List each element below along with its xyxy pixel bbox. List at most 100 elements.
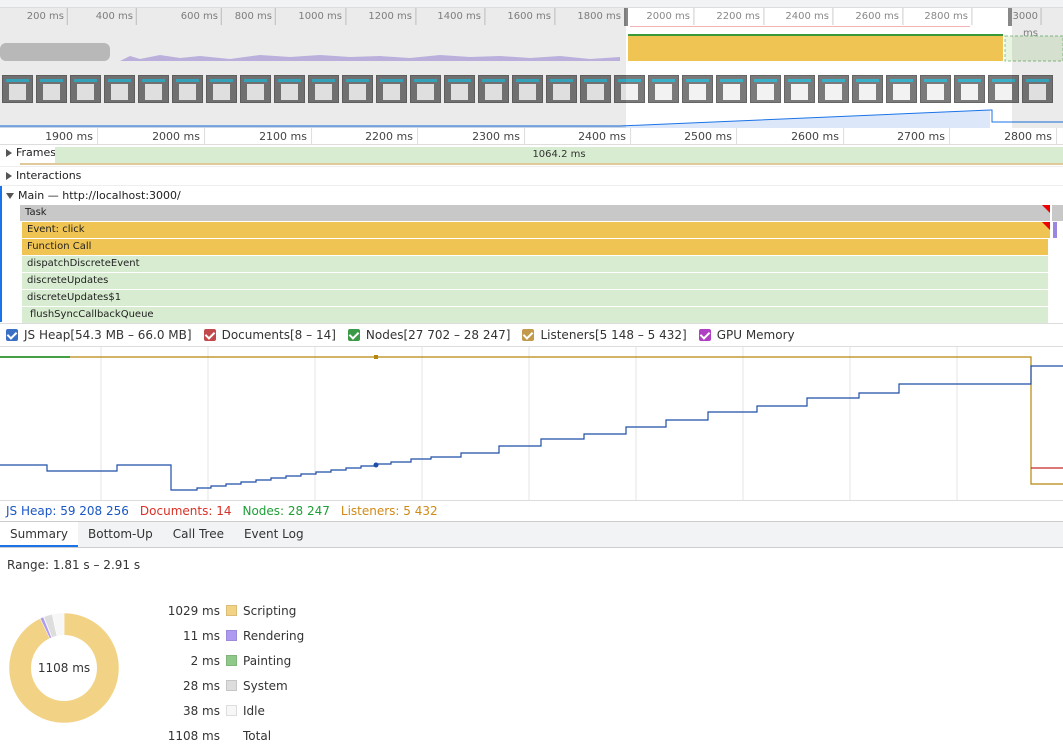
flame-render-slice[interactable] [1053, 222, 1057, 238]
checkbox-icon[interactable] [698, 329, 711, 341]
checkbox-icon[interactable] [347, 329, 360, 341]
checkbox-icon[interactable] [6, 329, 18, 341]
flame-event-click[interactable]: Event: click [22, 222, 1050, 238]
overview-ruler: 200 ms 400 ms 600 ms 800 ms 1000 ms 1200… [0, 8, 1063, 39]
filmstrip-frame[interactable] [614, 75, 645, 103]
filmstrip-frame[interactable] [580, 75, 611, 103]
legend-label: Painting [243, 653, 292, 668]
filmstrip-frame[interactable] [104, 75, 135, 103]
filmstrip-frame[interactable] [444, 75, 475, 103]
legend-swatch [226, 655, 237, 666]
frames-track[interactable]: Frames 1064.2 ms [0, 145, 1063, 166]
ruler-tick: 2700 ms [897, 128, 950, 145]
cpu-idle-block [1004, 35, 1063, 62]
filmstrip-frame[interactable] [36, 75, 67, 103]
filmstrip-frame[interactable] [478, 75, 509, 103]
ruler-tick: 2800 ms [1004, 128, 1057, 145]
js-heap-toggle[interactable]: JS Heap[54.3 MB – 66.0 MB] [6, 328, 192, 342]
donut-total-label: 1108 ms [38, 661, 90, 675]
heap-selection-dot [373, 462, 379, 468]
legend-duration: 11 ms [182, 628, 220, 643]
filmstrip-frame[interactable] [274, 75, 305, 103]
filmstrip-frame[interactable] [70, 75, 101, 103]
flame-discrete-updates[interactable]: discreteUpdates [22, 273, 1048, 289]
filmstrip-frame[interactable] [512, 75, 543, 103]
flame-dispatch-discrete-event[interactable]: dispatchDiscreteEvent [22, 256, 1048, 272]
track-selection-border [0, 186, 2, 322]
legend-duration: 2 ms [190, 653, 220, 668]
filmstrip-frame[interactable] [546, 75, 577, 103]
filmstrip-frame[interactable] [648, 75, 679, 103]
overview-selection-right-handle[interactable] [1008, 8, 1012, 26]
filmstrip-frame[interactable] [784, 75, 815, 103]
overview-tick: 1600 ms [505, 8, 555, 25]
filmstrip-frame[interactable] [376, 75, 407, 103]
overview-selection-left-handle[interactable] [624, 8, 628, 26]
tab-bottom-up[interactable]: Bottom-Up [78, 522, 163, 547]
overview-heap-chart [0, 109, 1063, 128]
tab-event-log[interactable]: Event Log [234, 522, 314, 547]
timeline-ruler: 1900 ms 2000 ms 2100 ms 2200 ms 2300 ms … [0, 128, 1063, 145]
ruler-tick: 2000 ms [152, 128, 205, 145]
flame-discrete-updates-label: discreteUpdates [27, 275, 109, 286]
filmstrip-frame[interactable] [818, 75, 849, 103]
filmstrip-frame[interactable] [172, 75, 203, 103]
listeners-toggle[interactable]: Listeners[5 148 – 5 432] [522, 328, 687, 342]
summary-range: Range: 1.81 s – 2.91 s [7, 558, 141, 572]
cpu-rendering-area [120, 55, 620, 61]
filmstrip-frame[interactable] [954, 75, 985, 103]
gpu-memory-toggle[interactable]: GPU Memory [698, 328, 795, 342]
filmstrip-frame[interactable] [852, 75, 883, 103]
flame-function-call[interactable]: Function Call [22, 239, 1048, 255]
filmstrip-frame[interactable] [2, 75, 33, 103]
flame-task[interactable]: Task [20, 205, 1050, 221]
flame-discrete-updates-1[interactable]: discreteUpdates$1 [22, 290, 1048, 306]
checkbox-icon[interactable] [203, 329, 216, 341]
filmstrip-frame[interactable] [342, 75, 373, 103]
overview-tick: 3000 ms [1011, 8, 1042, 39]
filmstrip-frame[interactable] [138, 75, 169, 103]
overview-tick: 200 ms [25, 8, 68, 25]
flame-flush-sync-callback-queue[interactable]: flushSyncCallbackQueue [22, 307, 1048, 323]
legend-row: 1029 ms Scripting [150, 598, 350, 623]
flame-task-label: Task [25, 207, 47, 218]
checkbox-icon[interactable] [522, 329, 535, 341]
cpu-scripting-block [628, 36, 1003, 61]
listeners-toggle-label: Listeners[5 148 – 5 432] [540, 328, 687, 342]
filmstrip-frame[interactable] [886, 75, 917, 103]
overview-tick: 600 ms [179, 8, 222, 25]
ruler-tick: 2200 ms [365, 128, 418, 145]
filmstrip-frame[interactable] [1022, 75, 1053, 103]
overview-tick: 1000 ms [296, 8, 346, 25]
legend-row: 1108 ms Total [150, 723, 350, 748]
expand-arrow-icon[interactable] [6, 149, 12, 157]
expand-arrow-icon[interactable] [6, 172, 12, 180]
filmstrip-frame[interactable] [920, 75, 951, 103]
filmstrip-frame[interactable] [988, 75, 1019, 103]
overview-tick: 400 ms [94, 8, 137, 25]
filmstrip-frame[interactable] [682, 75, 713, 103]
flame-task-small[interactable] [1052, 205, 1063, 221]
main-thread-track[interactable]: Main — http://localhost:3000/ Task Event… [0, 185, 1063, 323]
frame-block[interactable]: 1064.2 ms [55, 147, 1063, 163]
filmstrip-frame[interactable] [206, 75, 237, 103]
legend-swatch [226, 605, 237, 616]
timeline-overview[interactable]: 200 ms 400 ms 600 ms 800 ms 1000 ms 1200… [0, 0, 1063, 128]
filmstrip-frame[interactable] [308, 75, 339, 103]
overview-filmstrip[interactable] [0, 72, 1063, 104]
documents-toggle[interactable]: Documents[8 – 14] [203, 328, 336, 342]
memory-counter-graph[interactable] [0, 347, 1063, 500]
nodes-toggle[interactable]: Nodes[27 702 – 28 247] [347, 328, 510, 342]
collapse-arrow-icon[interactable] [6, 193, 14, 199]
interactions-track[interactable]: Interactions [0, 166, 1063, 185]
flame-function-call-label: Function Call [27, 241, 92, 252]
filmstrip-frame[interactable] [750, 75, 781, 103]
overview-tick: 1200 ms [366, 8, 416, 25]
filmstrip-frame[interactable] [716, 75, 747, 103]
filmstrip-frame[interactable] [240, 75, 271, 103]
ruler-tick: 2300 ms [472, 128, 525, 145]
filmstrip-frame[interactable] [410, 75, 441, 103]
flame-flush-sync-label: flushSyncCallbackQueue [30, 309, 154, 320]
tab-summary[interactable]: Summary [0, 522, 78, 547]
tab-call-tree[interactable]: Call Tree [163, 522, 234, 547]
